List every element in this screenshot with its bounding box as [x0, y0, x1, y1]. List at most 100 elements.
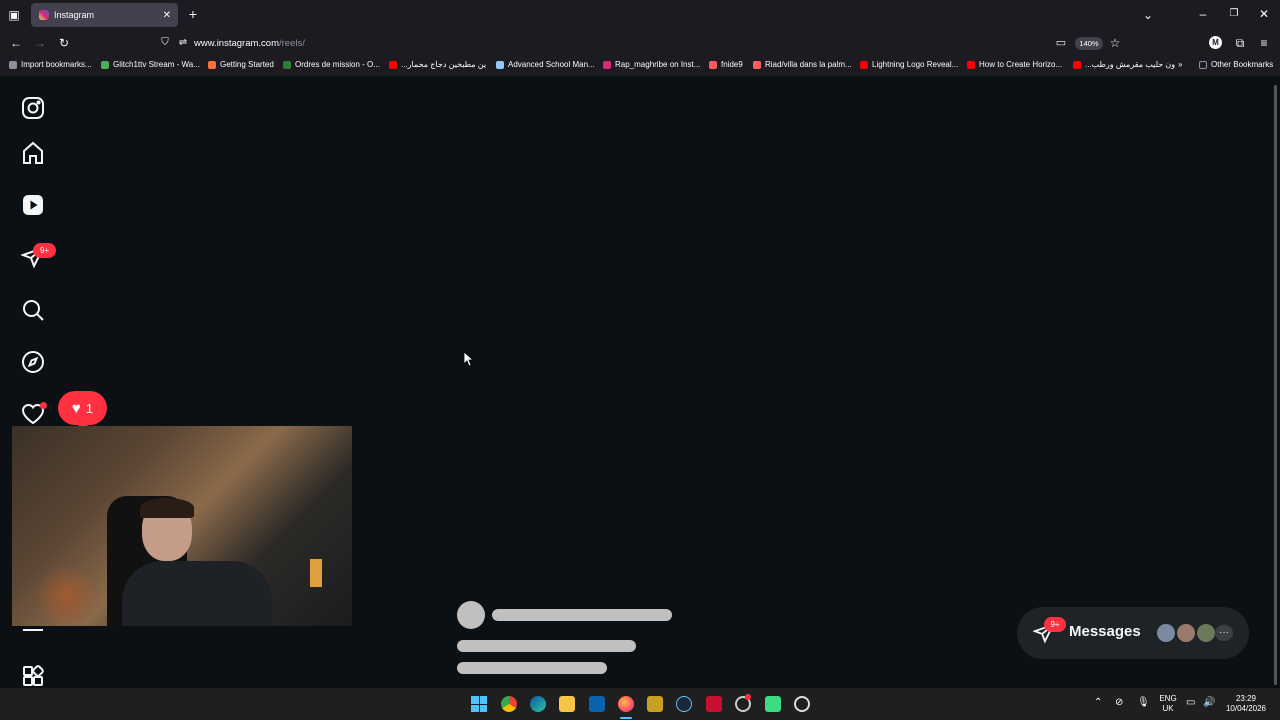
reload-icon[interactable]: ↻: [57, 36, 71, 50]
bookmark-item[interactable]: ...ون حليب مقرمش ورطب: [1073, 60, 1175, 69]
bookmark-label: ...ين مطبخين دجاج محمار: [401, 60, 487, 69]
firefox-icon[interactable]: [618, 696, 634, 712]
reels-icon[interactable]: [21, 193, 45, 217]
url-path: /reels/: [279, 37, 305, 49]
bookmark-item[interactable]: Rap_maghribe on Inst...: [603, 60, 700, 69]
skeleton-line: [457, 662, 607, 674]
account-icon[interactable]: M: [1209, 36, 1222, 49]
forward-icon[interactable]: →: [33, 36, 47, 50]
page-scrollbar[interactable]: [1274, 85, 1277, 685]
bookmark-icon: [1073, 60, 1081, 69]
extensions-icon[interactable]: ⧉: [1233, 36, 1247, 50]
language-line1: ENG: [1159, 694, 1177, 703]
bookmark-icon: [496, 60, 504, 69]
bookmark-star-icon[interactable]: ☆: [1108, 36, 1122, 50]
url-bar[interactable]: ⛉ ⇌ www.instagram.com/reels/: [152, 32, 1130, 54]
bookmark-item[interactable]: Ordres de mission - O...: [283, 60, 380, 69]
tab-bar: ▣ Instagram ✕ + ⌄ – ❐ ✕: [0, 0, 1280, 30]
clock[interactable]: 23:29 10/04/2026: [1222, 694, 1270, 714]
chevron-down-icon[interactable]: ⌄: [1141, 8, 1155, 22]
volume-icon[interactable]: 🔊: [1203, 698, 1215, 708]
bookmark-label: Lightning Logo Reveal...: [872, 60, 959, 69]
avatar: [1175, 622, 1197, 644]
chrome-icon[interactable]: [501, 696, 517, 712]
clock-date: 10/04/2026: [1225, 704, 1267, 713]
reader-view-icon[interactable]: ▭: [1054, 36, 1068, 50]
bookmark-label: How to Create Horizo...: [979, 60, 1063, 69]
app-icon[interactable]: [706, 696, 722, 712]
start-tile: [471, 704, 479, 712]
webcam-person-body: [122, 561, 272, 626]
app-icon[interactable]: [765, 696, 781, 712]
url-text: www.instagram.com/reels/: [194, 38, 305, 49]
skeleton-avatar: [457, 601, 485, 629]
edge-icon[interactable]: [530, 696, 546, 712]
start-icon[interactable]: [471, 696, 487, 712]
notification-popup[interactable]: ♥ 1: [58, 391, 107, 430]
menu-icon[interactable]: ≡: [1257, 36, 1271, 50]
bookmark-label: Other Bookmarks: [1211, 60, 1274, 69]
permissions-icon[interactable]: ⇌: [177, 36, 189, 50]
bookmark-icon: [283, 60, 291, 69]
heart-icon: ♥: [71, 399, 81, 417]
new-tab-icon[interactable]: +: [186, 7, 200, 21]
notes-app-icon[interactable]: [647, 696, 663, 712]
bookmark-item[interactable]: fnide9: [709, 60, 743, 69]
bookmark-label: Import bookmarks...: [21, 60, 92, 69]
search-icon[interactable]: [21, 298, 45, 322]
active-app-indicator: [620, 717, 632, 719]
zoom-level[interactable]: 140%: [1075, 37, 1103, 50]
home-icon[interactable]: [21, 141, 45, 165]
bookmark-item[interactable]: ...ين مطبخين دجاج محمار: [389, 60, 486, 69]
bookmarks-overflow-icon[interactable]: »: [1178, 60, 1182, 69]
tray-app-icon[interactable]: ⊘: [1115, 698, 1123, 708]
tab-instagram[interactable]: Instagram ✕: [31, 3, 178, 27]
file-explorer-icon[interactable]: [559, 696, 575, 712]
webcam-light: [32, 566, 102, 626]
more-avatars-icon: ···: [1215, 625, 1233, 641]
restore-icon[interactable]: ❐: [1227, 7, 1241, 21]
messages-label: Messages: [1069, 623, 1141, 640]
bookmark-item[interactable]: Getting Started: [208, 60, 274, 69]
microphone-icon[interactable]: 🎙: [1137, 698, 1150, 708]
minimize-icon[interactable]: –: [1196, 7, 1210, 21]
taskbar: ⌃ ⊘ 🎙 ENG UK ▭ 🔊 23:29 10/04/2026: [0, 688, 1280, 720]
close-window-icon[interactable]: ✕: [1257, 7, 1271, 21]
messages-badge: 9+: [33, 243, 56, 258]
steam-icon[interactable]: [676, 696, 692, 712]
tab-list-icon[interactable]: ▣: [7, 8, 21, 22]
bookmark-label: Riad/villa dans la palm...: [765, 60, 852, 69]
start-tile: [479, 696, 487, 704]
messages-widget[interactable]: 9+ Messages ···: [1017, 607, 1249, 659]
bookmark-icon: [860, 60, 868, 69]
webcam-overlay: [12, 426, 352, 626]
close-tab-icon[interactable]: ✕: [163, 10, 171, 21]
back-icon[interactable]: ←: [9, 36, 23, 50]
bookmark-item[interactable]: Import bookmarks...: [9, 60, 92, 69]
network-icon[interactable]: ▭: [1186, 698, 1195, 708]
bookmark-icon: [967, 60, 975, 69]
shield-icon[interactable]: ⛉: [159, 36, 171, 50]
bookmark-item[interactable]: How to Create Horizo...: [967, 60, 1062, 69]
instagram-logo-icon[interactable]: [21, 96, 45, 120]
bookmark-item[interactable]: Other Bookmarks: [1199, 60, 1273, 69]
bookmark-label: Glitch1ttv Stream - Wa...: [113, 60, 200, 69]
language-indicator[interactable]: ENG UK: [1155, 694, 1181, 714]
bookmark-item[interactable]: Glitch1ttv Stream - Wa...: [101, 60, 200, 69]
bookmark-item[interactable]: Lightning Logo Reveal...: [860, 60, 958, 69]
bookmark-label: Ordres de mission - O...: [295, 60, 380, 69]
avatar: [1195, 622, 1217, 644]
instagram-favicon-icon: [39, 10, 49, 20]
bookmark-icon: [208, 60, 216, 69]
explore-icon[interactable]: [21, 350, 45, 374]
outlook-icon[interactable]: [589, 696, 605, 712]
bookmark-item[interactable]: Riad/villa dans la palm...: [753, 60, 852, 69]
also-from-meta-icon[interactable]: [21, 664, 45, 688]
app-badge: [745, 694, 751, 700]
skeleton-line: [457, 640, 636, 652]
media-player-icon[interactable]: [794, 696, 810, 712]
messages-widget-badge: 9+: [1044, 617, 1066, 632]
bookmark-item[interactable]: Advanced School Man...: [496, 60, 595, 69]
start-tile: [471, 696, 479, 704]
tray-overflow-icon[interactable]: ⌃: [1094, 698, 1102, 708]
